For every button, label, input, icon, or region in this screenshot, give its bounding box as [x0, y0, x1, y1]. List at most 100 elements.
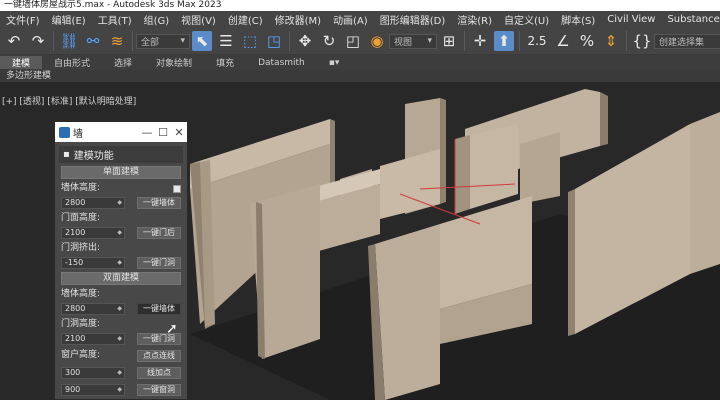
menu-group[interactable]: 组(G): [138, 12, 176, 27]
menu-scripting[interactable]: 脚本(S): [555, 12, 601, 27]
tab-freeform[interactable]: 自由形式: [42, 56, 102, 69]
spinner-arrows-icon[interactable]: ◆: [117, 305, 124, 312]
toolbar-divider: [53, 31, 54, 51]
close-icon[interactable]: ✕: [171, 126, 187, 139]
double-door-height-label: 门洞高度:: [61, 319, 101, 329]
wall-tool-panel: 墙 — ☐ ✕ ▪ 建模功能 单面建模 墙体高度: 2800 ◆ 一键墙体 门面高…: [54, 121, 188, 400]
menu-graph-editors[interactable]: 图形编辑器(D): [374, 12, 452, 27]
ribbon-subpanel-label[interactable]: 多边形建模: [0, 70, 720, 83]
single-wall-checkbox[interactable]: [173, 184, 181, 193]
link-icon[interactable]: ⛓: [59, 31, 79, 51]
rectangular-selection-icon[interactable]: ⬚: [240, 31, 260, 51]
select-object-icon[interactable]: ⬉: [192, 31, 212, 51]
maximize-icon[interactable]: ☐: [155, 126, 171, 139]
single-side-header[interactable]: 单面建模: [61, 166, 181, 179]
double-build-wall-button[interactable]: 一键墙体: [137, 302, 181, 315]
toolbar-divider: [132, 31, 133, 51]
reference-coordinate-dropdown[interactable]: 视图 ▾: [389, 33, 437, 49]
spinner-arrows-icon[interactable]: ◆: [117, 229, 124, 236]
window-title: 一键墙体房屋战示5.max - Autodesk 3ds Max 2023: [0, 0, 720, 11]
single-wall-height-label: 墙体高度:: [61, 182, 181, 195]
main-toolbar: ↶ ↷ ⛓ ⚯ ≋ 全部 ▾ ⬉ ☰ ⬚ ◳ ✥ ↻ ◰ ◉ 视图 ▾ ⊞ ✛ ⬆ …: [0, 28, 720, 55]
window-height-label: 窗户高度:: [61, 350, 101, 360]
toolbar-divider: [289, 31, 290, 51]
single-hole-label: 门洞挤出:: [61, 243, 101, 253]
spinner-arrows-icon[interactable]: ◆: [117, 259, 124, 266]
rotate-icon[interactable]: ↻: [319, 31, 339, 51]
spinner-arrows-icon[interactable]: ◆: [117, 369, 124, 376]
menu-civil-view[interactable]: Civil View: [601, 14, 661, 25]
single-wall-height-input[interactable]: 2800 ◆: [61, 196, 125, 209]
tab-modeling[interactable]: 建模: [0, 56, 43, 69]
rollout-header[interactable]: ▪ 建模功能: [59, 146, 183, 163]
build-door-button[interactable]: 一键门后: [137, 226, 181, 239]
menu-customize[interactable]: 自定义(U): [498, 12, 555, 27]
selection-filter-dropdown[interactable]: 全部 ▾: [136, 33, 190, 49]
single-door-height-input[interactable]: 2100 ◆: [61, 226, 125, 239]
menu-file[interactable]: 文件(F): [0, 12, 46, 27]
double-door-height-input[interactable]: 2100 ◆: [61, 332, 125, 345]
connect-points-button[interactable]: 点点连线: [137, 349, 181, 362]
tab-datasmith[interactable]: Datasmith: [246, 58, 317, 68]
menu-create[interactable]: 创建(C): [222, 12, 269, 27]
double-wall-height-input[interactable]: 2800 ◆: [61, 302, 125, 315]
toolbar-divider: [626, 31, 627, 51]
window-extra-input[interactable]: 900 ◆: [61, 383, 125, 396]
rollout-title: 建模功能: [73, 151, 114, 162]
viewport-label[interactable]: [+] [透视] [标准] [默认明暗处理]: [2, 94, 136, 107]
keyboard-shortcut-override-icon[interactable]: ⬆: [494, 31, 514, 51]
menu-modifiers[interactable]: 修改器(M): [269, 12, 327, 27]
scale-icon[interactable]: ◰: [343, 31, 363, 51]
panel-title: 墙: [73, 128, 83, 140]
bind-space-warp-icon[interactable]: ≋: [107, 31, 127, 51]
move-icon[interactable]: ✥: [295, 31, 315, 51]
menu-tools[interactable]: 工具(T): [92, 12, 138, 27]
menu-views[interactable]: 视图(V): [175, 12, 222, 27]
menu-edit[interactable]: 编辑(E): [46, 12, 92, 27]
minimize-icon[interactable]: —: [139, 126, 155, 139]
named-selection-set-dropdown[interactable]: 创建选择集▾: [654, 33, 720, 49]
redo-icon[interactable]: ↷: [28, 31, 48, 51]
rollout-toggle-icon: ▪: [63, 149, 70, 160]
window-crossing-icon[interactable]: ◳: [264, 31, 284, 51]
ribbon-options-icon[interactable]: ▪▾: [317, 58, 352, 68]
build-window-button[interactable]: 一键窗洞: [137, 383, 181, 396]
menu-substance[interactable]: Substance: [661, 14, 720, 25]
chevron-down-icon: ▾: [180, 36, 185, 46]
select-by-name-icon[interactable]: ☰: [216, 31, 236, 51]
app-icon: [59, 126, 70, 138]
chevron-down-icon: ▾: [427, 36, 432, 46]
panel-titlebar: 墙 — ☐ ✕: [55, 122, 187, 142]
menu-animation[interactable]: 动画(A): [327, 12, 374, 27]
spinner-snap-icon[interactable]: ⇕: [601, 31, 621, 51]
line-add-points-button[interactable]: 线加点: [137, 366, 181, 379]
ribbon-tabs: 建模 自由形式 选择 对象绘制 填充 Datasmith ▪▾: [0, 55, 720, 70]
mouse-cursor-icon: ➚: [166, 321, 178, 337]
single-hole-input[interactable]: -150 ◆: [61, 256, 125, 269]
tab-selection[interactable]: 选择: [102, 56, 144, 69]
select-and-manipulate-icon[interactable]: ✛: [470, 31, 490, 51]
spinner-arrows-icon[interactable]: ◆: [117, 386, 124, 393]
menu-rendering[interactable]: 渲染(R): [451, 12, 498, 27]
window-height-input[interactable]: 300 ◆: [61, 366, 125, 379]
tab-populate[interactable]: 填充: [204, 56, 246, 69]
pivot-center-icon[interactable]: ⊞: [439, 31, 459, 51]
single-door-height-label: 门面高度:: [61, 213, 101, 223]
undo-icon[interactable]: ↶: [4, 31, 24, 51]
toolbar-divider: [464, 31, 465, 51]
tab-object-paint[interactable]: 对象绘制: [144, 56, 204, 69]
angle-snap-icon[interactable]: ∠: [553, 31, 573, 51]
snaps-toggle-icon[interactable]: 2.5: [525, 31, 549, 51]
percent-snap-icon[interactable]: %: [577, 31, 597, 51]
spinner-arrows-icon[interactable]: ◆: [117, 335, 124, 342]
spinner-arrows-icon[interactable]: ◆: [117, 199, 124, 206]
unlink-icon[interactable]: ⚯: [83, 31, 103, 51]
double-side-header[interactable]: 双面建模: [61, 272, 181, 285]
build-hole-button[interactable]: 一键门洞: [137, 256, 181, 269]
edit-named-selection-icon[interactable]: {}: [632, 31, 652, 51]
menu-bar: 文件(F) 编辑(E) 工具(T) 组(G) 视图(V) 创建(C) 修改器(M…: [0, 11, 720, 28]
build-wall-button[interactable]: 一键墙体: [137, 196, 181, 209]
toolbar-divider: [519, 31, 520, 51]
double-wall-height-label: 墙体高度:: [61, 289, 101, 299]
place-icon[interactable]: ◉: [367, 31, 387, 51]
